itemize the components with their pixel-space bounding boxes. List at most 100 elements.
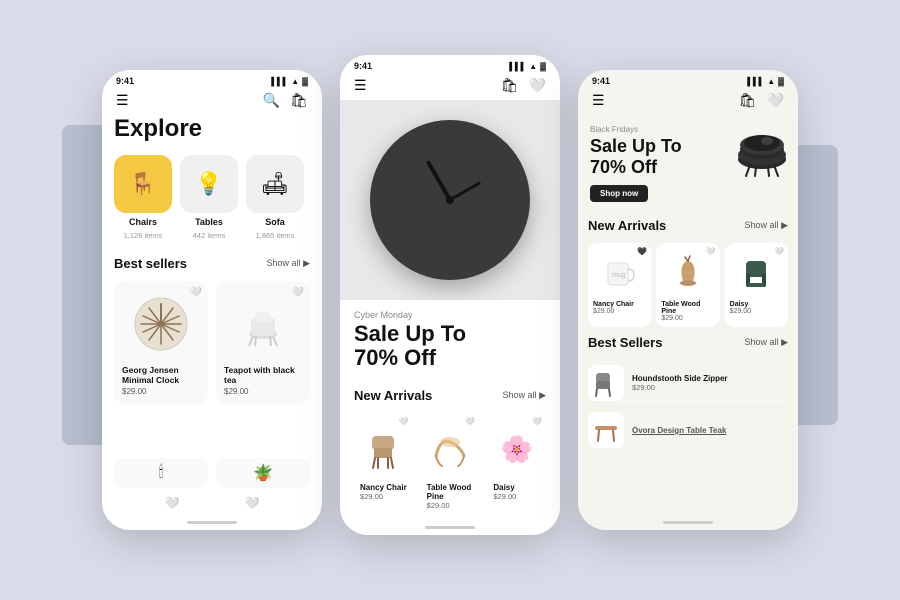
menu-icon-3[interactable]: ☰ [592, 92, 605, 109]
mid-table-img [427, 419, 474, 479]
fav-table-wood[interactable]: 🤍 [706, 247, 716, 256]
right-content: New Arrivals Show all ▶ 🖤 mug Nancy Chai… [578, 210, 798, 514]
side-chair-svg [592, 369, 620, 397]
products-row-1: 🤍 [114, 281, 310, 404]
seller-houndstooth[interactable]: Houndstooth Side Zipper $29.00 [588, 360, 788, 407]
arrival-table-price: $29.00 [661, 315, 714, 322]
cyber-label: Cyber Monday [354, 310, 546, 320]
cart-icon-1[interactable]: 🛍 [290, 92, 308, 109]
seller-ovora-name: Ovora Design Table Teak [632, 426, 726, 435]
fav-icon-2[interactable]: 🤍 [529, 77, 546, 94]
category-chairs[interactable]: 🪑 Chairs 1,126 items [114, 155, 172, 240]
wifi-icon-3: ▲ [767, 77, 775, 86]
product-teapot[interactable]: 🤍 Teapot with black t [216, 281, 310, 404]
mid-product-table[interactable]: 🤍 Table Wood Pine $29.00 [421, 413, 480, 516]
green-chair-svg [738, 255, 774, 291]
mid-product-chair[interactable]: 🤍 Nancy Chair $29.00 [354, 413, 413, 516]
new-arrivals-title-middle: New Arrivals [354, 388, 432, 403]
daisy-icon: 🌸 [500, 434, 532, 465]
show-all-bs-right[interactable]: Show all ▶ [745, 337, 788, 348]
home-indicator-3 [578, 514, 798, 530]
show-all-middle[interactable]: Show all ▶ [503, 390, 546, 401]
fav-mid-1[interactable]: 🤍 [399, 417, 409, 426]
arrival-nancy[interactable]: 🖤 mug Nancy Chair $29.00 [588, 243, 651, 327]
search-icon-1[interactable]: 🔍 [263, 92, 280, 109]
mid-daisy-name: Daisy [493, 483, 540, 492]
show-all-btn-1[interactable]: Show all ▶ [267, 258, 310, 269]
sofa-label: Sofa [265, 217, 285, 227]
nav-icons-right-2: 🛍 🤍 [501, 77, 546, 94]
preview-icon-1: 🕯 [159, 464, 164, 482]
mid-chair-name: Nancy Chair [360, 483, 407, 492]
teak-table-svg [592, 416, 620, 444]
battery-icon-1: ▓ [302, 77, 308, 86]
clock-img [122, 289, 200, 359]
table-wood-svg [428, 428, 472, 470]
fav-nancy[interactable]: 🖤 [637, 247, 647, 256]
chairs-box: 🪑 [114, 155, 172, 213]
seller-ovora[interactable]: Ovora Design Table Teak [588, 407, 788, 454]
clock-name: Georg Jensen Minimal Clock [122, 365, 200, 385]
nancy-chair-svg [362, 428, 404, 470]
wifi-icon-2: ▲ [529, 62, 537, 71]
chair-svg-1 [237, 298, 289, 350]
phone-right: 9:41 ▌▌▌ ▲ ▓ ☰ 🛍 🤍 Black Fridays Sale Up… [578, 70, 798, 530]
cart-icon-2[interactable]: 🛍 [501, 77, 519, 94]
tables-count: 442 items [193, 231, 226, 240]
fav-mid-2[interactable]: 🤍 [465, 417, 475, 426]
fav-daisy[interactable]: 🤍 [774, 247, 784, 256]
top-nav-2: ☰ 🛍 🤍 [340, 73, 560, 100]
arrival-daisy[interactable]: 🤍 Daisy $29.00 [725, 243, 788, 327]
category-tables[interactable]: 💡 Tables 442 items [180, 155, 238, 240]
nav-icons-right-1: 🔍 🛍 [263, 92, 308, 109]
preview-item-1: 🕯 [114, 458, 208, 488]
arrival-table-name: Table Wood Pine [661, 301, 714, 315]
cart-icon-3[interactable]: 🛍 [739, 92, 757, 109]
product-clock[interactable]: 🤍 [114, 281, 208, 404]
phone-explore: 9:41 ▌▌▌ ▲ ▓ ☰ 🔍 🛍 Explore 🪑 [102, 70, 322, 530]
category-row: 🪑 Chairs 1,126 items 💡 Tables 442 items … [114, 155, 310, 240]
explore-title: Explore [114, 115, 310, 143]
fav-mid-3[interactable]: 🤍 [532, 417, 542, 426]
show-all-right[interactable]: Show all ▶ [745, 220, 788, 231]
new-arrivals-header-right: New Arrivals Show all ▶ [588, 210, 788, 233]
wifi-icon-1: ▲ [291, 77, 299, 86]
status-time-3: 9:41 [592, 76, 610, 86]
fav-teapot[interactable]: 🤍 [292, 287, 304, 298]
fav-icon-bottom-2[interactable]: 🤍 [245, 496, 260, 510]
chairs-label: Chairs [129, 217, 157, 227]
category-sofa[interactable]: 🛋 Sofa 1,865 items [246, 155, 304, 240]
bottom-fav-row: 🤍 🤍 [102, 494, 322, 514]
home-line-1 [187, 521, 237, 524]
chairs-icon: 🪑 [129, 171, 156, 197]
top-nav-1: ☰ 🔍 🛍 [102, 88, 322, 115]
arrival-table-wood[interactable]: 🤍 Table Wood Pine $29.00 [656, 243, 719, 327]
home-line-2 [425, 526, 475, 529]
status-time-2: 9:41 [354, 61, 372, 71]
fav-clock[interactable]: 🤍 [190, 287, 202, 298]
fav-icon-bottom-1[interactable]: 🤍 [165, 496, 180, 510]
mid-table-price: $29.00 [427, 501, 474, 510]
nancy-mug-svg: mug [602, 255, 638, 291]
mid-product-daisy[interactable]: 🤍 🌸 Daisy $29.00 [487, 413, 546, 516]
phone-middle: 9:41 ▌▌▌ ▲ ▓ ☰ 🛍 🤍 Cyber Monday [340, 55, 560, 535]
shop-now-btn[interactable]: Shop now [590, 185, 648, 202]
best-sellers-header-right: Best Sellers Show all ▶ [588, 335, 788, 350]
new-arrivals-header-middle: New Arrivals Show all ▶ [354, 388, 546, 403]
seller-ovora-info: Ovora Design Table Teak [632, 426, 726, 435]
clock-price: $29.00 [122, 387, 200, 396]
menu-icon-1[interactable]: ☰ [116, 92, 129, 109]
chairs-count: 1,126 items [124, 231, 163, 240]
bowl-svg [732, 121, 792, 181]
seller-houndstooth-price: $29.00 [632, 383, 728, 392]
fav-icon-3[interactable]: 🤍 [767, 92, 784, 109]
teapot-price: $29.00 [224, 387, 302, 396]
tables-icon: 💡 [195, 171, 222, 197]
mid-table-name: Table Wood Pine [427, 483, 474, 501]
home-indicator-2 [340, 519, 560, 535]
phones-container: 9:41 ▌▌▌ ▲ ▓ ☰ 🔍 🛍 Explore 🪑 [102, 65, 798, 535]
mid-daisy-img: 🌸 [493, 419, 540, 479]
bottom-products-preview: 🕯 🪴 [102, 452, 322, 494]
tables-label: Tables [195, 217, 223, 227]
menu-icon-2[interactable]: ☰ [354, 77, 367, 94]
